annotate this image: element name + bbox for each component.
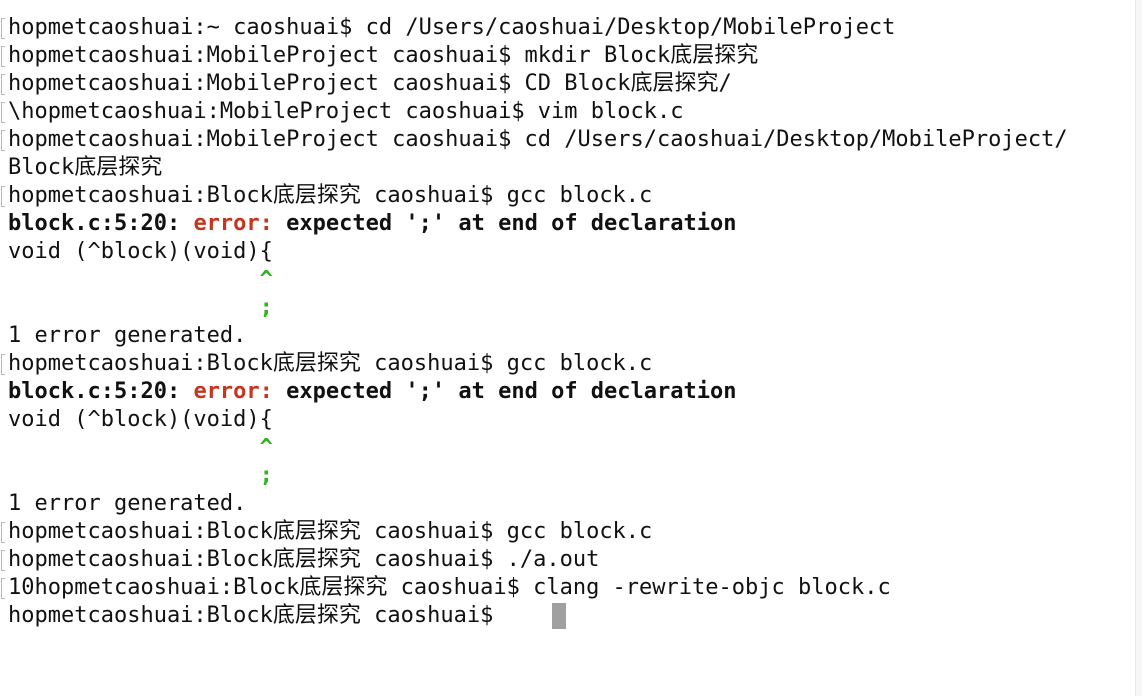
- error-message: expected ';' at end of declaration: [286, 379, 737, 404]
- caret-line: ^: [8, 435, 273, 460]
- error-line: block.c:5:20: error: expected ';' at end…: [8, 378, 737, 406]
- terminal-line: hopmetcaoshuai:Block底层探究 caoshuai$ gcc b…: [8, 183, 653, 208]
- terminal-line: 1 error generated.: [8, 323, 247, 348]
- terminal-window[interactable]: hopmetcaoshuai:~ caoshuai$ cd /Users/cao…: [0, 0, 1142, 696]
- terminal-line: Block底层探究: [8, 155, 163, 180]
- terminal-line: hopmetcaoshuai:MobileProject caoshuai$ c…: [8, 127, 1068, 152]
- prompt-marker: [1, 550, 5, 571]
- current-prompt[interactable]: hopmetcaoshuai:Block底层探究 caoshuai$: [8, 602, 507, 630]
- terminal-line: 1 error generated.: [8, 491, 247, 516]
- code-line: void (^block)(void){: [8, 407, 273, 432]
- terminal-line: 10hopmetcaoshuai:Block底层探究 caoshuai$ cla…: [8, 575, 891, 600]
- terminal-line: hopmetcaoshuai:Block底层探究 caoshuai$ ./a.o…: [8, 547, 600, 572]
- error-location: block.c:5:20:: [8, 211, 181, 236]
- prompt-marker: [1, 102, 5, 123]
- code-line: void (^block)(void){: [8, 239, 273, 264]
- error-location: block.c:5:20:: [8, 379, 181, 404]
- terminal-line: \hopmetcaoshuai:MobileProject caoshuai$ …: [8, 99, 684, 124]
- error-message: expected ';' at end of declaration: [286, 211, 737, 236]
- prompt-marker: [1, 354, 5, 375]
- prompt-marker: [1, 130, 5, 151]
- caret-line: ^: [8, 267, 273, 292]
- prompt-marker: [1, 18, 5, 39]
- prompt-marker: [1, 578, 5, 599]
- prompt-marker: [1, 74, 5, 95]
- prompt-marker: [1, 522, 5, 543]
- error-line: block.c:5:20: error: expected ';' at end…: [8, 210, 737, 238]
- scrollbar[interactable]: [1135, 0, 1142, 696]
- terminal-line: hopmetcaoshuai:Block底层探究 caoshuai$ gcc b…: [8, 519, 653, 544]
- text-cursor: [552, 603, 566, 629]
- error-label: error:: [193, 379, 273, 404]
- fixit-line: ;: [8, 463, 273, 488]
- fixit-line: ;: [8, 295, 273, 320]
- prompt-marker: [1, 186, 5, 207]
- prompt-marker: [1, 46, 5, 67]
- terminal-line: hopmetcaoshuai:~ caoshuai$ cd /Users/cao…: [8, 15, 896, 40]
- terminal-line: hopmetcaoshuai:MobileProject caoshuai$ m…: [8, 43, 759, 68]
- terminal-line: hopmetcaoshuai:MobileProject caoshuai$ C…: [8, 71, 732, 96]
- error-label: error:: [193, 211, 273, 236]
- terminal-line: hopmetcaoshuai:Block底层探究 caoshuai$ gcc b…: [8, 351, 653, 376]
